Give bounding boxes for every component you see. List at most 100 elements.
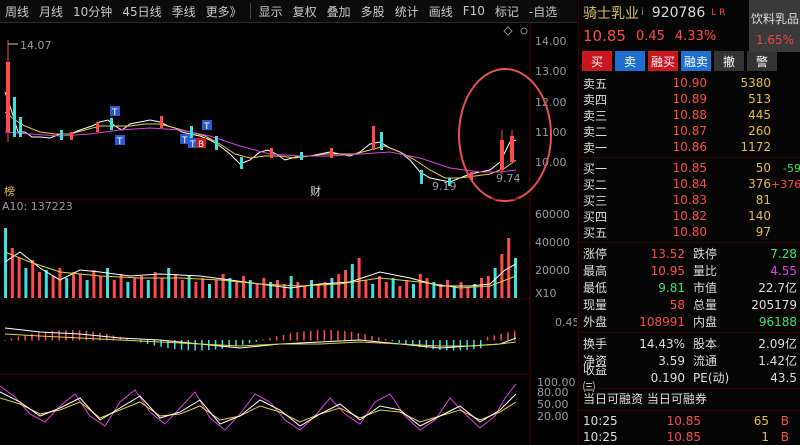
sector-badge[interactable]: 饮料乳品 1.65%: [749, 0, 800, 52]
tool-stats[interactable]: 统计: [390, 3, 424, 20]
kline-chart[interactable]: 14.00 13.00 12.00 11.00 10.00 14.07 9.19…: [0, 22, 577, 445]
volume-bar: [446, 280, 449, 298]
macd-bar: [31, 333, 33, 341]
toolbar-divider: [249, 3, 251, 19]
sector-name: 饮料乳品: [750, 12, 799, 26]
vol-tick-40000: 40000: [535, 236, 570, 249]
tool-watchlist[interactable]: -自选: [524, 3, 562, 20]
macd-bar: [303, 331, 305, 341]
macd-bar: [391, 340, 394, 342]
volume-bar: [167, 268, 171, 298]
stock-info-flag: i: [641, 7, 644, 18]
vol-unit: X10: [535, 287, 557, 300]
volume-bar: [357, 258, 361, 298]
tool-overlay[interactable]: 叠加: [322, 3, 356, 20]
macd-bar: [276, 336, 278, 341]
macd-bar: [459, 340, 462, 351]
bid-row: 买五 10.80 97: [583, 225, 771, 240]
volume-bars: [4, 228, 517, 298]
period-more[interactable]: 更多》: [201, 3, 247, 20]
macd-bar: [493, 335, 496, 341]
volume-bar: [126, 282, 130, 298]
macd-bar: [201, 340, 203, 351]
volume-bar: [72, 272, 75, 298]
period-monthly[interactable]: 月线: [34, 3, 68, 20]
stat-row: 换手 14.43% 股本 2.09亿: [583, 336, 797, 352]
macd-bar: [357, 333, 360, 341]
macd-bar: [507, 332, 509, 341]
tick-row: 10:25 10.85 65 B: [583, 414, 789, 428]
period-quarter[interactable]: 季线: [167, 3, 201, 20]
volume-bar: [344, 270, 347, 298]
macd-bar: [160, 340, 162, 347]
stat-row: 最低 9.81 市值 22.7亿: [583, 280, 797, 296]
tool-multi[interactable]: 多股: [356, 3, 390, 20]
volume-bar: [112, 280, 116, 298]
low-label: 9.19: [432, 180, 457, 193]
period-10min[interactable]: 10分钟: [68, 3, 117, 20]
volume-bar: [85, 280, 89, 298]
tool-display[interactable]: 显示: [254, 3, 288, 20]
volume-bar: [221, 274, 225, 298]
svg-text:T: T: [189, 140, 196, 150]
macd-bar: [4, 340, 6, 341]
volume-bar: [140, 276, 143, 298]
ask-book: 卖五 10.90 5380 卖四 10.89 513 卖三 10.88 445 卖二 10.8…: [579, 75, 800, 155]
volume-bar: [146, 280, 150, 298]
tool-mark[interactable]: 标记: [490, 3, 524, 20]
volume-bar: [391, 278, 395, 298]
tick-row: 10:25 10.85 1 B: [583, 430, 789, 444]
period-45day[interactable]: 45日线: [117, 3, 166, 20]
stock-name[interactable]: 骑士乳业: [583, 3, 639, 23]
period-weekly[interactable]: 周线: [0, 3, 34, 20]
cancel-order-button[interactable]: 撤: [714, 51, 744, 71]
svg-text:B: B: [198, 140, 204, 150]
macd-bar: [500, 333, 502, 341]
volume-bar: [398, 286, 402, 298]
volume-bar: [364, 280, 368, 298]
divider: [579, 242, 800, 243]
macd-bar: [187, 340, 190, 351]
macd-bar: [289, 333, 292, 341]
margin-sell-button[interactable]: 融卖: [681, 51, 711, 71]
macd-bar: [282, 334, 285, 341]
macd-bar: [58, 330, 60, 341]
volume-bar: [242, 276, 245, 298]
volume-bar: [480, 278, 483, 298]
macd-bar: [10, 338, 13, 341]
margin-buy-button[interactable]: 融买: [648, 51, 678, 71]
ma-line-10: [4, 111, 517, 179]
tool-draw[interactable]: 画线: [424, 3, 458, 20]
macd-bar: [316, 330, 319, 341]
svg-text:T: T: [181, 136, 188, 146]
volume-bar: [24, 268, 28, 298]
ma-line-20: [4, 127, 517, 173]
volume-bar: [310, 280, 313, 298]
ask-row: 卖三 10.88 445: [583, 108, 771, 123]
price-change-pct: 4.33%: [674, 28, 717, 44]
volume-bar: [31, 260, 35, 298]
volume-label: A10: 137223: [2, 200, 73, 213]
tool-adjust[interactable]: 复权: [288, 3, 322, 20]
gear-icon[interactable]: [520, 27, 528, 35]
volume-bar: [65, 278, 69, 298]
macd-bar: [432, 340, 434, 350]
divider: [579, 410, 800, 411]
current-price: 10.85: [583, 27, 626, 45]
buy-button[interactable]: 买: [582, 51, 612, 71]
volume-bar: [330, 278, 334, 298]
svg-text:T: T: [116, 137, 123, 147]
volume-bar: [371, 284, 375, 298]
sell-button[interactable]: 卖: [615, 51, 645, 71]
volume-bar: [493, 268, 497, 298]
tool-f10[interactable]: F10: [458, 4, 490, 18]
high-label: 14.07: [20, 39, 52, 52]
rank-badge: 榜: [4, 184, 15, 198]
diamond-icon[interactable]: [503, 26, 513, 36]
macd-bar: [446, 340, 448, 351]
bid-book: 买一 10.85 50 -59 买二 10.84 376 +376 买三 10.83 81 买四…: [579, 160, 800, 240]
macd-bar: [65, 330, 67, 341]
ask-row: 卖一 10.86 1172: [583, 140, 771, 155]
macd-bar: [269, 337, 271, 341]
alert-button[interactable]: 警: [747, 51, 777, 71]
